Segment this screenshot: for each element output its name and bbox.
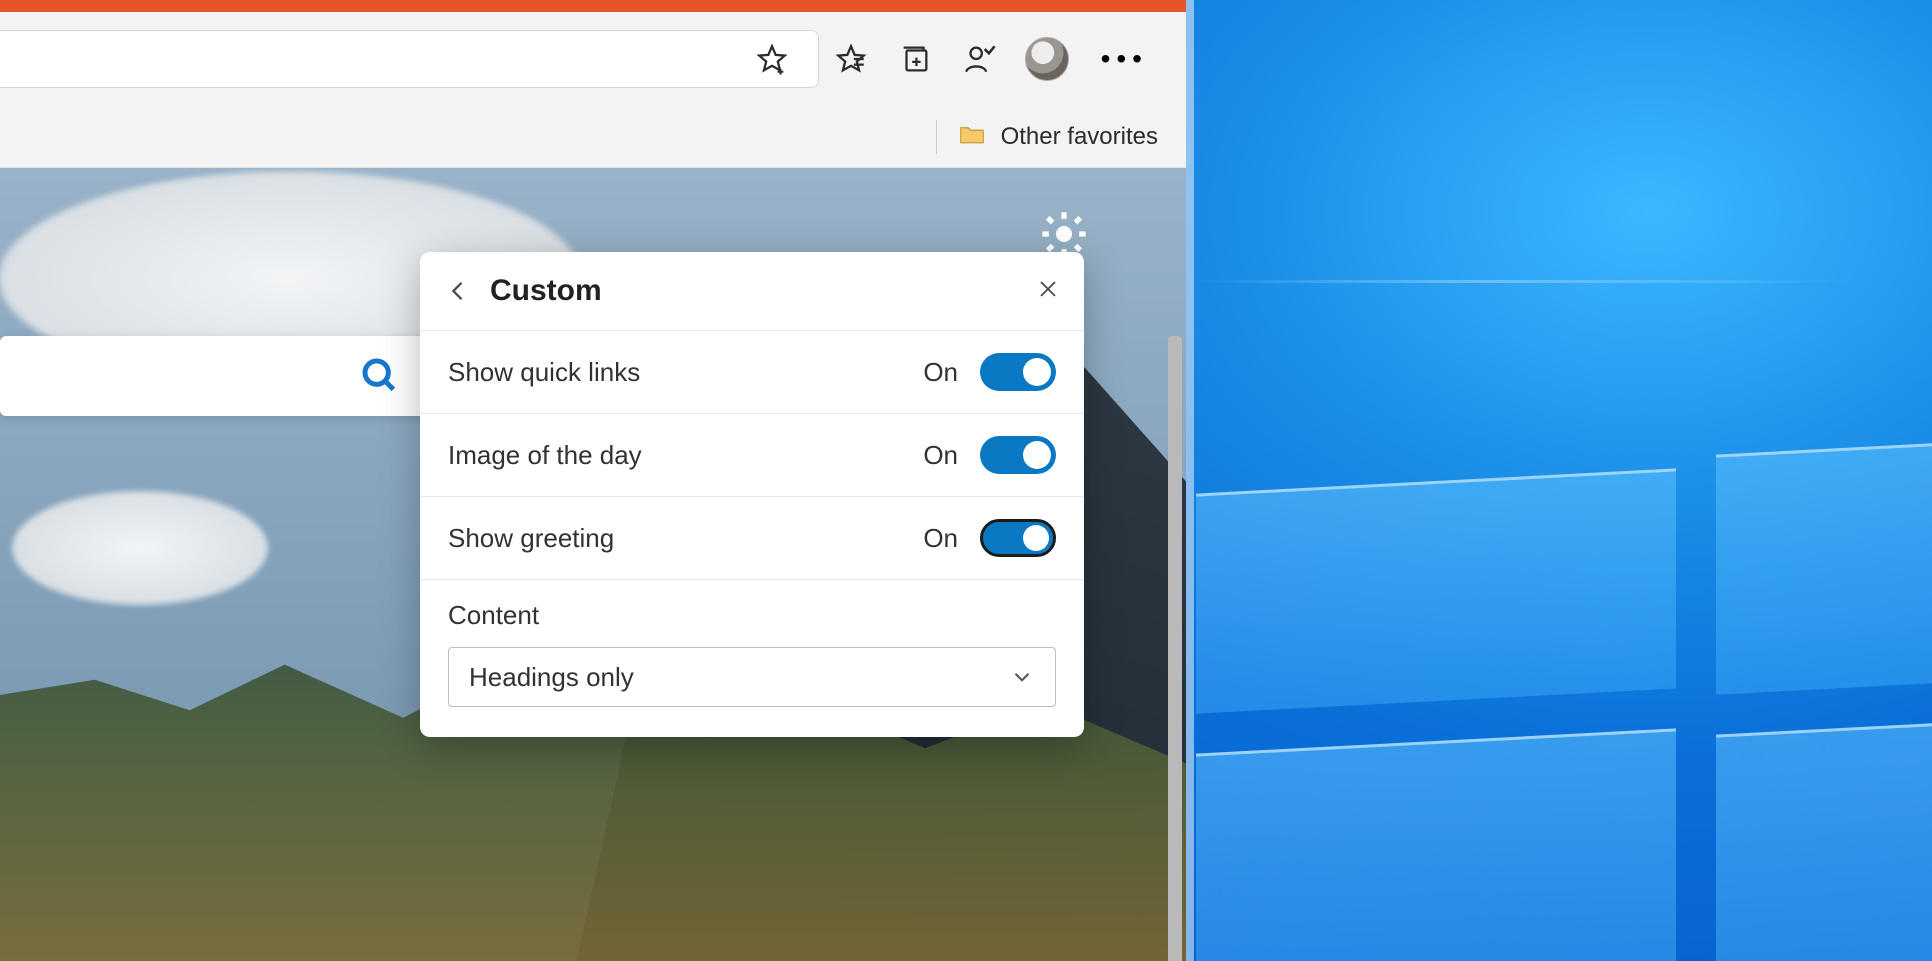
page-settings-panel: Custom Show quick links On Image of the … xyxy=(420,252,1084,737)
setting-state: On xyxy=(923,357,958,388)
search-icon xyxy=(360,356,400,396)
content-label: Content xyxy=(448,600,1056,631)
toggle-image-of-day[interactable] xyxy=(980,436,1056,474)
browser-window: ••• Other favorites Custom xyxy=(0,0,1186,961)
setting-state: On xyxy=(923,523,958,554)
more-menu-icon[interactable]: ••• xyxy=(1083,43,1166,75)
other-favorites-button[interactable]: Other favorites xyxy=(1001,123,1158,151)
add-favorite-star-icon[interactable] xyxy=(740,27,804,91)
setting-row-content: Content Headings only xyxy=(420,579,1084,737)
windows-logo xyxy=(1196,321,1932,961)
chevron-down-icon xyxy=(1009,664,1035,690)
collections-icon[interactable] xyxy=(883,27,947,91)
new-tab-content: Custom Show quick links On Image of the … xyxy=(0,168,1186,961)
profile-avatar[interactable] xyxy=(1025,37,1069,81)
setting-row-image-of-day: Image of the day On xyxy=(420,413,1084,496)
favorites-divider xyxy=(936,120,937,154)
folder-icon[interactable] xyxy=(957,119,987,154)
person-icon[interactable] xyxy=(947,27,1011,91)
window-right-edge xyxy=(1186,0,1194,961)
setting-label: Image of the day xyxy=(448,440,642,471)
back-icon[interactable] xyxy=(444,277,472,305)
favorites-bar: Other favorites xyxy=(0,106,1186,168)
setting-row-quick-links: Show quick links On xyxy=(420,330,1084,413)
toggle-show-greeting[interactable] xyxy=(980,519,1056,557)
window-accent-stripe xyxy=(0,0,1186,12)
address-bar[interactable] xyxy=(0,30,819,88)
close-icon[interactable] xyxy=(1036,277,1060,306)
toggle-quick-links[interactable] xyxy=(980,353,1056,391)
panel-title: Custom xyxy=(490,274,602,308)
scrollbar-thumb[interactable] xyxy=(1168,336,1182,961)
setting-label: Show quick links xyxy=(448,357,640,388)
search-box[interactable] xyxy=(0,336,430,416)
setting-row-show-greeting: Show greeting On xyxy=(420,496,1084,579)
address-bar-row: ••• xyxy=(0,12,1186,106)
vertical-scrollbar[interactable] xyxy=(1168,336,1182,951)
setting-label: Show greeting xyxy=(448,523,614,554)
setting-state: On xyxy=(923,440,958,471)
content-select[interactable]: Headings only xyxy=(448,647,1056,707)
content-select-value: Headings only xyxy=(469,662,634,693)
desktop-wallpaper xyxy=(1186,0,1932,961)
favorites-icon[interactable] xyxy=(819,27,883,91)
